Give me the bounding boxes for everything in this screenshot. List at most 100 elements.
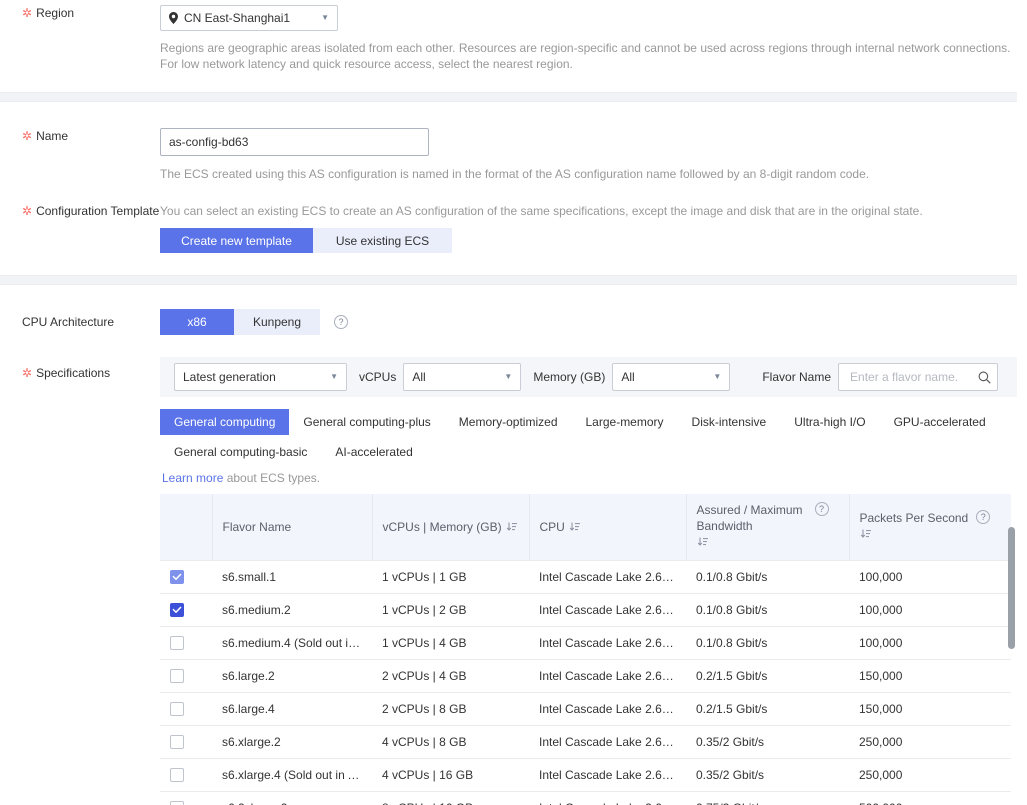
flavor-row-checkbox[interactable] [170,636,184,651]
tab-memory-optimized[interactable]: Memory-optimized [445,409,572,435]
cpu-arch-kunpeng-button[interactable]: Kunpeng [234,309,320,335]
tab-disk-intensive[interactable]: Disk-intensive [678,409,781,435]
name-control-col: The ECS created using this AS configurat… [160,128,1027,182]
cell-bandwidth: 0.1/0.8 Gbit/s [686,593,849,627]
cell-cpu: Intel Cascade Lake 2.6GHz [529,560,686,594]
memory-select[interactable]: All ▼ [612,363,731,391]
cell-vcpus-memory: 1 vCPUs | 2 GB [372,593,529,627]
create-new-template-button[interactable]: Create new template [160,228,313,253]
row-checkbox-cell [160,692,212,726]
cell-cpu: Intel Cascade Lake 2.6GHz [529,725,686,759]
table-row[interactable]: s6.small.1 1 vCPUs | 1 GB Intel Cascade La… [160,560,1011,594]
specifications-control-col: Latest generation ▼ vCPUs All ▼ Memory (… [160,357,1027,805]
required-asterisk: ✲ [22,366,33,380]
region-help-text: Regions are geographic areas isolated fr… [160,41,1011,71]
tab-general-computing[interactable]: General computing [160,409,290,435]
chevron-down-icon: ▼ [504,372,513,381]
table-row[interactable]: s6.medium.4 (Sold out in A… 1 vCPUs | 4 G… [160,626,1011,660]
learn-more-line: Learn more about ECS types. [160,471,1027,485]
configuration-template-toggle-group: Create new template Use existing ECS [160,228,452,253]
name-help-text: The ECS created using this AS configurat… [160,167,870,181]
table-row[interactable]: s6.xlarge.2 4 vCPUs | 8 GB Intel Cascade L… [160,725,1011,759]
table-row[interactable]: s6.medium.2 1 vCPUs | 2 GB Intel Cascade L… [160,593,1011,627]
cell-bandwidth: 0.1/0.8 Gbit/s [686,560,849,594]
cell-flavor-name: s6.2xlarge.2 [212,791,372,805]
table-row[interactable]: s6.large.2 2 vCPUs | 4 GB Intel Cascade La… [160,659,1011,693]
learn-more-link[interactable]: Learn more [162,471,223,485]
tab-gpu-accelerated[interactable]: GPU-accelerated [880,409,1000,435]
cpu-architecture-row: CPU Architecture x86 Kunpeng ? [0,285,1027,335]
row-checkbox-cell [160,593,212,627]
flavor-name-search-wrap [838,363,999,391]
search-icon[interactable] [978,371,991,384]
chevron-down-icon: ▼ [321,13,329,22]
sort-icon[interactable] [697,536,839,552]
section-divider-1 [0,92,1027,102]
flavor-row-checkbox[interactable] [170,669,184,684]
configuration-template-label-col: ✲ Configuration Template [0,203,160,219]
flavor-category-tabs: General computing General computing-plus… [160,409,1024,465]
cell-flavor-name: s6.medium.4 (Sold out in A… [212,626,372,660]
tab-ai-accelerated[interactable]: AI-accelerated [321,439,426,465]
cell-bandwidth: 0.2/1.5 Gbit/s [686,659,849,693]
sort-icon[interactable] [506,521,518,533]
cell-vcpus-memory: 2 vCPUs | 8 GB [372,692,529,726]
specifications-label: Specifications [36,366,111,380]
flavor-name-search-input[interactable] [848,369,979,385]
cell-bandwidth: 0.2/1.5 Gbit/s [686,692,849,726]
flavor-row-checkbox[interactable] [170,570,184,585]
header-vcpus-memory-label: vCPUs | Memory (GB) [382,520,502,534]
cell-packets-per-second: 150,000 [849,659,1011,693]
table-row[interactable]: s6.2xlarge.28 vCPUs | 16 GBIntel Cascade… [160,791,1011,805]
chevron-down-icon: ▼ [713,372,722,381]
flavor-row-checkbox[interactable] [170,603,184,618]
region-select[interactable]: CN East-Shanghai1 ▼ [160,5,338,31]
cpu-arch-x86-button[interactable]: x86 [160,309,234,335]
specifications-filter-bar: Latest generation ▼ vCPUs All ▼ Memory (… [160,357,1024,397]
vcpus-value: All [412,370,426,384]
sort-icon[interactable] [860,528,1002,544]
location-pin-icon [169,12,178,24]
flavor-row-checkbox[interactable] [170,735,184,750]
generation-select[interactable]: Latest generation ▼ [174,363,347,391]
cell-bandwidth: 0.35/2 Gbit/s [686,758,849,792]
header-cpu[interactable]: CPU [529,494,687,561]
use-existing-ecs-button[interactable]: Use existing ECS [313,228,452,253]
header-vcpus-memory[interactable]: vCPUs | Memory (GB) [372,494,530,561]
required-asterisk: ✲ [22,129,33,143]
cell-bandwidth: 0.1/0.8 Gbit/s [686,626,849,660]
page-vertical-scrollbar[interactable] [1017,0,1027,805]
flavor-row-checkbox[interactable] [170,768,184,783]
header-packets-per-second[interactable]: Packets Per Second ? [849,494,1011,561]
question-mark-icon[interactable]: ? [334,315,348,329]
table-row[interactable]: s6.xlarge.4 (Sold out in AZ2) 4 vCPUs | 1… [160,758,1011,792]
row-checkbox-cell [160,560,212,594]
cell-packets-per-second: 250,000 [849,758,1011,792]
cell-flavor-name: s6.small.1 [212,560,372,594]
tab-ultra-high-io[interactable]: Ultra-high I/O [780,409,879,435]
row-checkbox-cell [160,725,212,759]
name-input[interactable] [160,128,429,156]
cell-cpu: Intel Cascade Lake 2.6GHz [529,692,686,726]
flavor-row-checkbox[interactable] [170,801,184,805]
name-label-col: ✲ Name [0,128,160,144]
cell-vcpus-memory: 1 vCPUs | 1 GB [372,560,529,594]
required-asterisk: ✲ [22,6,33,20]
cell-packets-per-second: 100,000 [849,560,1011,594]
question-mark-icon[interactable]: ? [976,510,991,524]
region-control-col: CN East-Shanghai1 ▼ Regions are geograph… [160,5,1027,72]
sort-icon[interactable] [569,521,581,533]
cell-cpu: Intel Cascade Lake 2.6GHz [529,758,686,792]
tab-large-memory[interactable]: Large-memory [572,409,678,435]
name-row: ✲Name The ECS created using this AS conf… [0,102,1027,182]
header-bandwidth[interactable]: Assured / Maximum Bandwidth ? [686,494,850,561]
table-row[interactable]: s6.large.4 2 vCPUs | 8 GB Intel Cascade La… [160,692,1011,726]
vcpus-select[interactable]: All ▼ [403,363,522,391]
header-cpu-label: CPU [539,520,565,534]
cell-vcpus-memory: 4 vCPUs | 16 GB [372,758,529,792]
tab-general-computing-basic[interactable]: General computing-basic [160,439,321,465]
question-mark-icon[interactable]: ? [814,502,829,516]
table-vertical-scrollbar-thumb[interactable] [1008,527,1015,649]
flavor-row-checkbox[interactable] [170,702,184,717]
tab-general-computing-plus[interactable]: General computing-plus [289,409,444,435]
